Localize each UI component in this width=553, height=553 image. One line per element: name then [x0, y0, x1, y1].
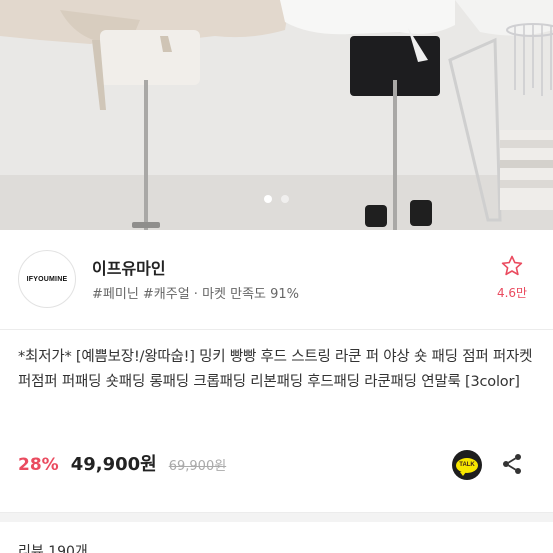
shop-like-count: 4.6만 [496, 286, 528, 300]
shop-tags: #페미닌 #캐주얼 · 마켓 만족도 91% [92, 287, 300, 302]
star-outline-icon [501, 255, 523, 276]
shop-logo[interactable]: IFYOUMINE [18, 250, 76, 308]
kakaotalk-button[interactable]: TALK [452, 450, 482, 480]
sale-price: 49,900원 [70, 454, 157, 475]
share-icon [503, 454, 521, 474]
shop-like-button[interactable]: 4.6만 [488, 254, 536, 301]
shop-logo-text: IFYOUMINE [26, 275, 68, 283]
discount-rate: 28% [18, 455, 59, 475]
share-button[interactable] [500, 452, 524, 476]
shop-info-row[interactable]: IFYOUMINE 이프유마인 #페미닌 #캐주얼 · 마켓 만족도 91% 4… [0, 230, 553, 330]
shop-name[interactable]: 이프유마인 [92, 255, 166, 279]
carousel-dot[interactable] [281, 195, 289, 203]
original-price: 69,900원 [168, 459, 227, 474]
price-row: 28% 49,900원 69,900원 [18, 450, 226, 478]
carousel-dot-active[interactable] [264, 195, 272, 203]
section-divider [0, 512, 553, 522]
product-title: *최저가* [예쁨보장!/왕따숩!] 밍키 빵빵 후드 스트링 라쿤 퍼 야상 … [18, 349, 533, 390]
carousel-indicator [0, 195, 553, 203]
kakaotalk-icon: TALK [456, 457, 478, 476]
talk-label: TALK [459, 462, 475, 468]
review-count-link[interactable]: 리뷰 190개 [18, 541, 88, 553]
product-image-carousel[interactable] [0, 0, 553, 230]
